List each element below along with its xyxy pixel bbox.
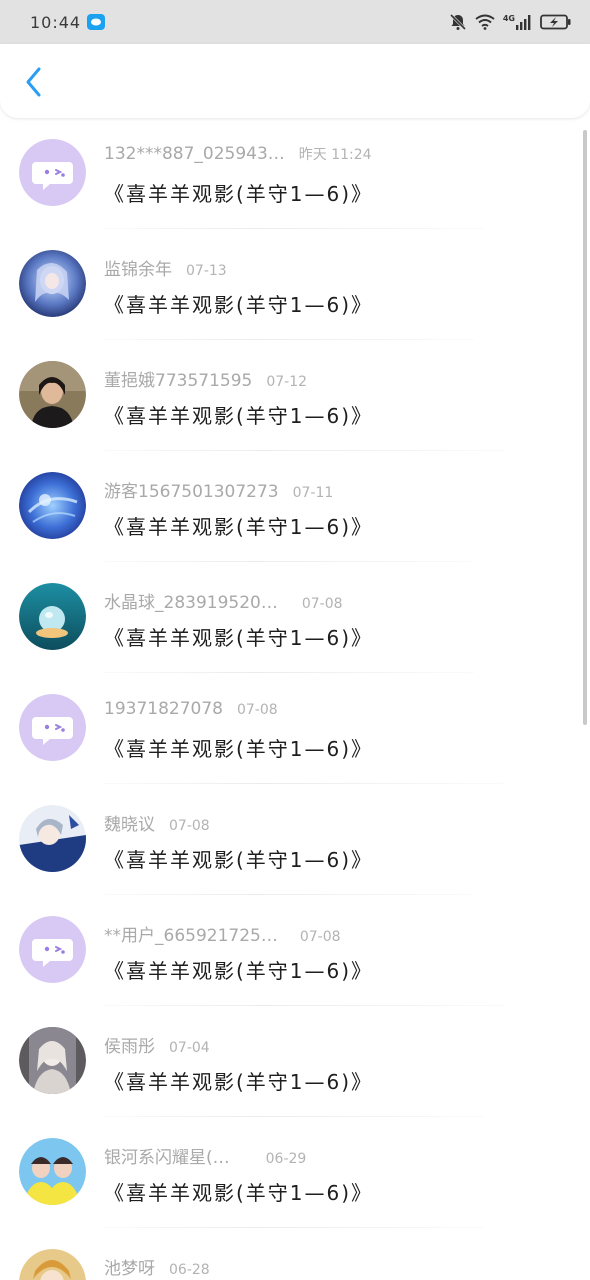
top-nav-bar bbox=[0, 44, 590, 118]
user-photo bbox=[19, 1027, 86, 1094]
avatar[interactable] bbox=[19, 1027, 86, 1094]
list-item[interactable]: **用户_665921725… 07-08 《喜羊羊观影(羊守1—6)》 bbox=[0, 895, 590, 1006]
list-item[interactable]: 魏晓议 07-08 《喜羊羊观影(羊守1—6)》 bbox=[0, 784, 590, 895]
user-name: 19371827078 bbox=[104, 699, 223, 719]
avatar[interactable] bbox=[19, 139, 86, 206]
list-item[interactable]: 侯雨彤 07-04 《喜羊羊观影(羊守1—6)》 bbox=[0, 1006, 590, 1117]
network-type-label: 4G bbox=[502, 14, 515, 23]
item-title[interactable]: 《喜羊羊观影(羊守1—6)》 bbox=[104, 1177, 373, 1206]
list-item[interactable]: 19371827078 07-08 《喜羊羊观影(羊守1—6)》 bbox=[0, 673, 590, 784]
item-title[interactable]: 《喜羊羊观影(羊守1—6)》 bbox=[104, 622, 373, 651]
user-name: 魏晓议 bbox=[104, 815, 155, 835]
item-meta: 董挹娥773571595 07-12 bbox=[104, 366, 307, 391]
avatar[interactable] bbox=[19, 805, 86, 872]
user-photo bbox=[19, 361, 86, 428]
user-name: 监锦余年 bbox=[104, 260, 172, 280]
user-name: 侯雨彤 bbox=[104, 1037, 155, 1057]
list-item[interactable]: 132***887_025943… 昨天 11:24 《喜羊羊观影(羊守1—6)… bbox=[0, 118, 590, 229]
post-date: 07-08 bbox=[301, 596, 343, 612]
avatar[interactable] bbox=[19, 1138, 86, 1205]
default-chat-avatar-icon bbox=[19, 139, 86, 206]
item-title[interactable]: 《喜羊羊观影(羊守1—6)》 bbox=[104, 955, 373, 984]
wifi-icon bbox=[475, 14, 495, 30]
status-time: 10:44 bbox=[30, 12, 82, 32]
list-item[interactable]: 监锦余年 07-13 《喜羊羊观影(羊守1—6)》 bbox=[0, 229, 590, 340]
avatar[interactable] bbox=[19, 361, 86, 428]
mute-bell-icon bbox=[449, 13, 467, 31]
chevron-left-icon bbox=[26, 67, 41, 97]
user-photo bbox=[19, 472, 86, 539]
post-date: 06-29 bbox=[265, 1151, 307, 1167]
avatar[interactable] bbox=[19, 250, 86, 317]
item-meta: 19371827078 07-08 bbox=[104, 699, 278, 719]
back-button[interactable] bbox=[18, 64, 48, 100]
item-meta: 监锦余年 07-13 bbox=[104, 255, 227, 280]
post-date: 昨天 11:24 bbox=[298, 147, 372, 163]
avatar[interactable] bbox=[19, 1249, 86, 1280]
item-meta: **用户_665921725… 07-08 bbox=[104, 921, 341, 946]
battery-charging-icon bbox=[540, 14, 572, 30]
scrollbar[interactable] bbox=[583, 130, 587, 725]
avatar[interactable] bbox=[19, 694, 86, 761]
user-photo bbox=[19, 583, 86, 650]
item-meta: 水晶球_283919520… 07-08 bbox=[104, 588, 343, 613]
list-item[interactable]: 董挹娥773571595 07-12 《喜羊羊观影(羊守1—6)》 bbox=[0, 340, 590, 451]
post-date: 07-08 bbox=[299, 929, 341, 945]
user-name: 水晶球_283919520… bbox=[104, 593, 278, 613]
list-item[interactable]: 游客1567501307273 07-11 《喜羊羊观影(羊守1—6)》 bbox=[0, 451, 590, 562]
avatar[interactable] bbox=[19, 916, 86, 983]
item-title[interactable]: 《喜羊羊观影(羊守1—6)》 bbox=[104, 178, 373, 207]
post-date: 07-08 bbox=[169, 818, 210, 834]
item-meta: 银河系闪耀星(… 06-29 bbox=[104, 1143, 306, 1168]
item-title[interactable]: 《喜羊羊观影(羊守1—6)》 bbox=[104, 400, 373, 429]
avatar[interactable] bbox=[19, 583, 86, 650]
post-date: 07-13 bbox=[186, 263, 227, 279]
item-title[interactable]: 《喜羊羊观影(羊守1—6)》 bbox=[104, 289, 373, 318]
item-meta: 池梦呀 06-28 bbox=[104, 1254, 210, 1279]
default-chat-avatar-icon bbox=[19, 694, 86, 761]
post-date: 07-11 bbox=[292, 485, 334, 501]
item-meta: 侯雨彤 07-04 bbox=[104, 1032, 210, 1057]
cellular-signal-icon: 4G bbox=[503, 14, 532, 30]
user-name: **用户_665921725… bbox=[104, 926, 278, 946]
list-item[interactable]: 水晶球_283919520… 07-08 《喜羊羊观影(羊守1—6)》 bbox=[0, 562, 590, 673]
user-name: 游客1567501307273 bbox=[104, 482, 279, 502]
item-meta: 游客1567501307273 07-11 bbox=[104, 477, 333, 502]
post-date: 07-04 bbox=[169, 1040, 210, 1056]
post-date: 07-12 bbox=[266, 374, 308, 390]
list-item[interactable]: 池梦呀 06-28 bbox=[0, 1228, 590, 1280]
app-notification-icon bbox=[87, 14, 106, 30]
default-chat-avatar-icon bbox=[19, 916, 86, 983]
user-photo bbox=[19, 1249, 86, 1280]
item-title[interactable]: 《喜羊羊观影(羊守1—6)》 bbox=[104, 1066, 373, 1095]
post-date: 06-28 bbox=[169, 1262, 210, 1278]
item-meta: 132***887_025943… 昨天 11:24 bbox=[104, 144, 372, 164]
user-name: 132***887_025943… bbox=[104, 144, 285, 164]
item-title[interactable]: 《喜羊羊观影(羊守1—6)》 bbox=[104, 733, 373, 762]
item-title[interactable]: 《喜羊羊观影(羊守1—6)》 bbox=[104, 844, 373, 873]
user-name: 董挹娥773571595 bbox=[104, 371, 253, 391]
user-name: 银河系闪耀星(… bbox=[104, 1148, 230, 1168]
user-photo bbox=[19, 250, 86, 317]
user-photo bbox=[19, 805, 86, 872]
comment-list[interactable]: 132***887_025943… 昨天 11:24 《喜羊羊观影(羊守1—6)… bbox=[0, 118, 590, 1280]
list-item[interactable]: 银河系闪耀星(… 06-29 《喜羊羊观影(羊守1—6)》 bbox=[0, 1117, 590, 1228]
user-photo bbox=[19, 1138, 86, 1205]
post-date: 07-08 bbox=[236, 702, 278, 718]
avatar[interactable] bbox=[19, 472, 86, 539]
status-bar: 10:44 4G bbox=[0, 0, 590, 44]
item-title[interactable]: 《喜羊羊观影(羊守1—6)》 bbox=[104, 511, 373, 540]
item-meta: 魏晓议 07-08 bbox=[104, 810, 210, 835]
user-name: 池梦呀 bbox=[104, 1259, 155, 1279]
